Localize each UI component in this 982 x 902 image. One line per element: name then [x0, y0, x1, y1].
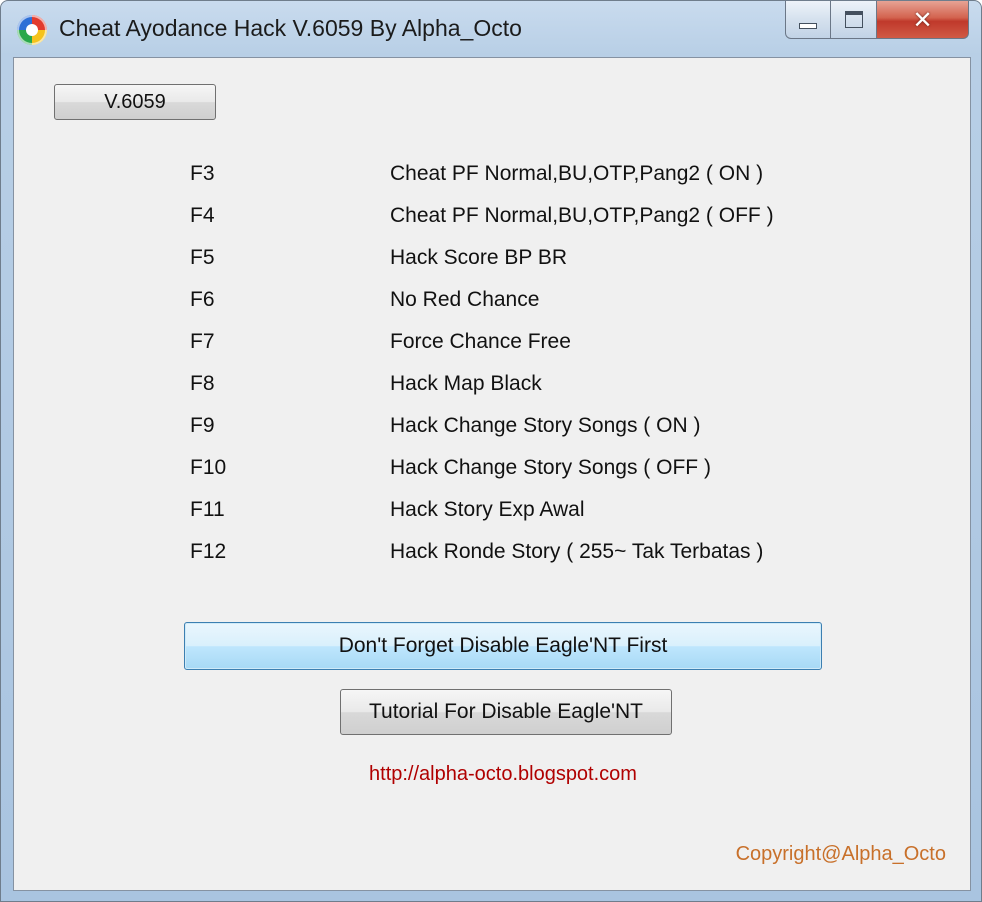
caption-buttons: ✕ — [785, 1, 969, 41]
hotkey-description: Force Chance Free — [390, 330, 571, 353]
hotkey-description: Cheat PF Normal,BU,OTP,Pang2 ( OFF ) — [390, 204, 774, 227]
disable-eaglent-reminder-button[interactable]: Don't Forget Disable Eagle'NT First — [184, 622, 822, 670]
hotkey-description: Hack Story Exp Awal — [390, 498, 585, 521]
hotkey-key: F4 — [190, 204, 215, 227]
hotkey-description: Hack Change Story Songs ( OFF ) — [390, 456, 711, 479]
tutorial-button[interactable]: Tutorial For Disable Eagle'NT — [340, 689, 672, 735]
version-button[interactable]: V.6059 — [54, 84, 216, 120]
title-bar[interactable]: Cheat Ayodance Hack V.6059 By Alpha_Octo… — [1, 1, 981, 57]
hotkey-description: Hack Map Black — [390, 372, 542, 395]
maximize-button[interactable] — [831, 1, 877, 39]
hotkey-key: F7 — [190, 330, 215, 353]
app-window: Cheat Ayodance Hack V.6059 By Alpha_Octo… — [0, 0, 982, 902]
hotkey-key: F5 — [190, 246, 215, 269]
hotkey-description: Hack Change Story Songs ( ON ) — [390, 414, 701, 437]
blog-link[interactable]: http://alpha-octo.blogspot.com — [14, 763, 982, 786]
hotkey-row: F10 Hack Change Story Songs ( OFF ) — [14, 456, 970, 486]
hotkey-row: F7 Force Chance Free — [14, 330, 970, 360]
hotkey-row: F5 Hack Score BP BR — [14, 246, 970, 276]
hotkey-description: No Red Chance — [390, 288, 540, 311]
hotkey-row: F4 Cheat PF Normal,BU,OTP,Pang2 ( OFF ) — [14, 204, 970, 234]
hotkey-key: F12 — [190, 540, 227, 563]
hotkey-key: F3 — [190, 162, 215, 185]
hotkey-key: F9 — [190, 414, 215, 437]
hotkey-description: Hack Ronde Story ( 255~ Tak Terbatas ) — [390, 540, 764, 563]
close-icon: ✕ — [912, 5, 933, 34]
minimize-icon — [799, 22, 817, 29]
hotkey-row: F6 No Red Chance — [14, 288, 970, 318]
hotkey-row: F8 Hack Map Black — [14, 372, 970, 402]
copyright-label: Copyright@Alpha_Octo — [735, 843, 946, 865]
close-button[interactable]: ✕ — [877, 1, 969, 39]
hotkey-key: F11 — [190, 498, 225, 521]
hotkey-description: Cheat PF Normal,BU,OTP,Pang2 ( ON ) — [390, 162, 764, 185]
hotkey-row: F12 Hack Ronde Story ( 255~ Tak Terbatas… — [14, 540, 970, 570]
client-area: V.6059 F3 Cheat PF Normal,BU,OTP,Pang2 (… — [13, 57, 971, 891]
hotkey-key: F10 — [190, 456, 227, 479]
hotkey-key: F6 — [190, 288, 215, 311]
window-title: Cheat Ayodance Hack V.6059 By Alpha_Octo — [59, 15, 522, 41]
hotkey-row: F9 Hack Change Story Songs ( ON ) — [14, 414, 970, 444]
minimize-button[interactable] — [785, 1, 831, 39]
hotkey-description: Hack Score BP BR — [390, 246, 568, 269]
hotkey-key: F8 — [190, 372, 215, 395]
hotkey-row: F3 Cheat PF Normal,BU,OTP,Pang2 ( ON ) — [14, 162, 970, 192]
hotkey-row: F11 Hack Story Exp Awal — [14, 498, 970, 528]
maximize-icon — [844, 11, 863, 28]
app-icon[interactable] — [17, 15, 47, 45]
